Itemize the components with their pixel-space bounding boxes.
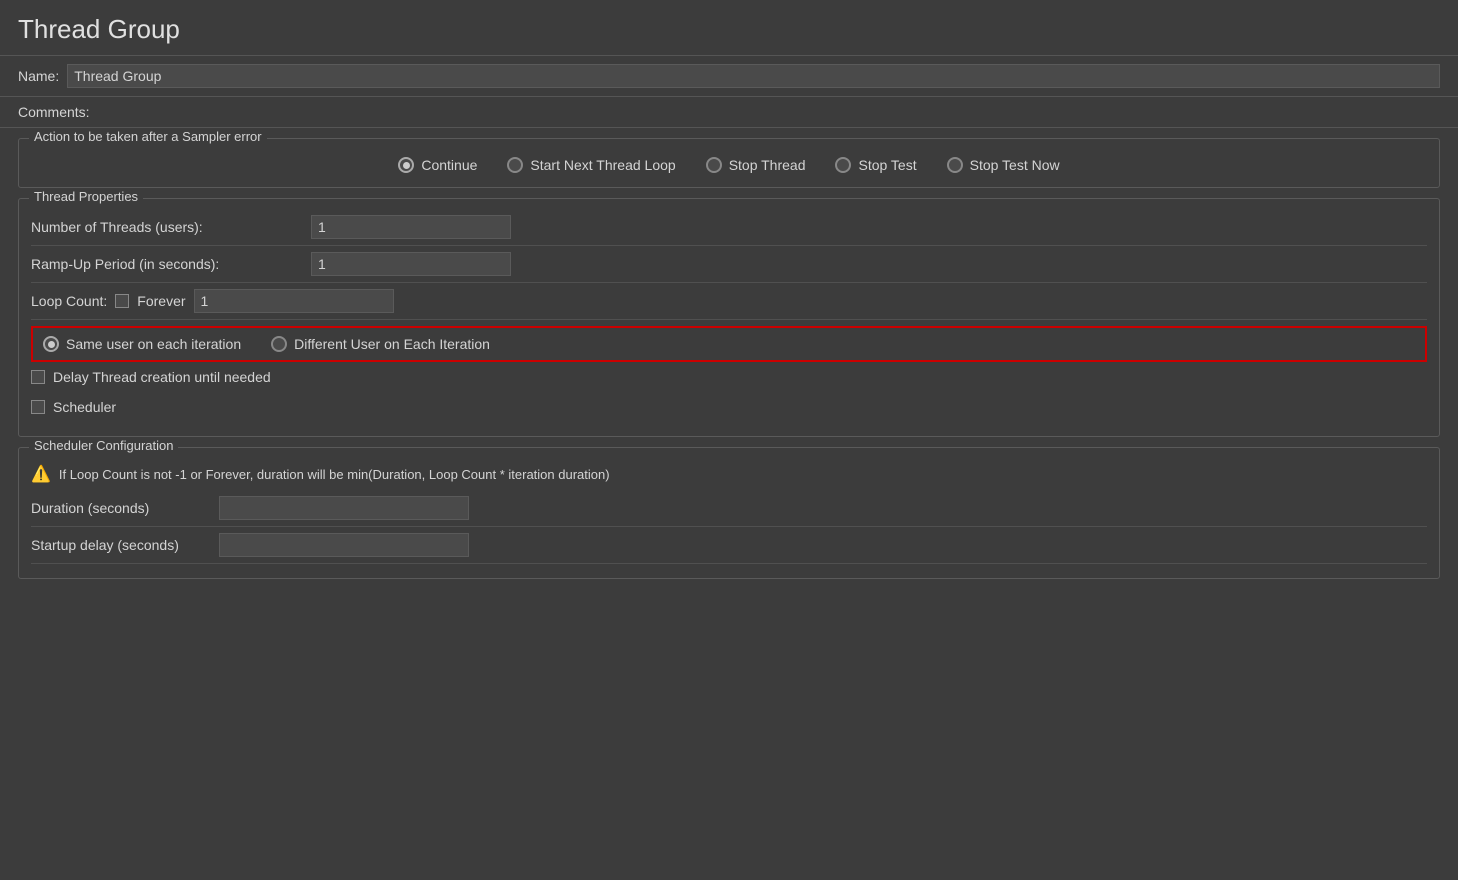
scheduler-config-legend: Scheduler Configuration <box>29 438 178 453</box>
action-stop-test[interactable]: Stop Test <box>835 157 916 173</box>
stop-thread-radio-circle <box>706 157 722 173</box>
stop-thread-label: Stop Thread <box>729 157 806 173</box>
scheduler-warning-text: If Loop Count is not -1 or Forever, dura… <box>59 467 610 482</box>
startup-delay-row: Startup delay (seconds) <box>31 527 1427 564</box>
loop-count-row: Loop Count: Forever <box>31 283 1427 320</box>
diff-user-radio-circle <box>271 336 287 352</box>
stop-test-now-radio-circle <box>947 157 963 173</box>
page-title: Thread Group <box>0 0 1458 55</box>
iteration-row: Same user on each iteration Different Us… <box>31 326 1427 362</box>
comments-label: Comments: <box>18 104 90 120</box>
num-threads-label: Number of Threads (users): <box>31 219 311 235</box>
diff-user-label: Different User on Each Iteration <box>294 336 490 352</box>
startup-delay-input[interactable] <box>219 533 469 557</box>
duration-input[interactable] <box>219 496 469 520</box>
name-row: Name: <box>0 56 1458 97</box>
ramp-up-input[interactable] <box>311 252 511 276</box>
start-next-label: Start Next Thread Loop <box>530 157 675 173</box>
same-user-radio-circle <box>43 336 59 352</box>
action-stop-thread[interactable]: Stop Thread <box>706 157 806 173</box>
delay-thread-checkbox[interactable] <box>31 370 45 384</box>
scheduler-checkbox[interactable] <box>31 400 45 414</box>
loop-count-input[interactable] <box>194 289 394 313</box>
diff-user-option[interactable]: Different User on Each Iteration <box>271 336 490 352</box>
action-stop-test-now[interactable]: Stop Test Now <box>947 157 1060 173</box>
ramp-up-row: Ramp-Up Period (in seconds): <box>31 246 1427 283</box>
scheduler-label: Scheduler <box>53 399 116 415</box>
name-label: Name: <box>18 68 59 84</box>
action-continue[interactable]: Continue <box>398 157 477 173</box>
thread-props-legend: Thread Properties <box>29 189 143 204</box>
stop-test-now-label: Stop Test Now <box>970 157 1060 173</box>
duration-label: Duration (seconds) <box>31 500 211 516</box>
continue-radio-circle <box>398 157 414 173</box>
same-user-option[interactable]: Same user on each iteration <box>43 336 241 352</box>
action-group-legend: Action to be taken after a Sampler error <box>29 129 267 144</box>
name-input[interactable] <box>67 64 1440 88</box>
forever-label: Forever <box>137 293 185 309</box>
thread-props-group: Thread Properties Number of Threads (use… <box>18 198 1440 437</box>
loop-count-label: Loop Count: <box>31 293 107 309</box>
action-group-box: Action to be taken after a Sampler error… <box>18 138 1440 188</box>
scheduler-config-group: Scheduler Configuration ⚠️ If Loop Count… <box>18 447 1440 579</box>
same-user-label: Same user on each iteration <box>66 336 241 352</box>
delay-thread-label: Delay Thread creation until needed <box>53 369 271 385</box>
duration-row: Duration (seconds) <box>31 490 1427 527</box>
stop-test-radio-circle <box>835 157 851 173</box>
num-threads-input[interactable] <box>311 215 511 239</box>
stop-test-label: Stop Test <box>858 157 916 173</box>
num-threads-row: Number of Threads (users): <box>31 209 1427 246</box>
delay-thread-row: Delay Thread creation until needed <box>31 362 1427 392</box>
startup-delay-label: Startup delay (seconds) <box>31 537 211 553</box>
action-radio-row: Continue Start Next Thread Loop Stop Thr… <box>31 149 1427 173</box>
scheduler-warning-row: ⚠️ If Loop Count is not -1 or Forever, d… <box>31 458 1427 490</box>
warning-icon: ⚠️ <box>31 464 51 484</box>
ramp-up-label: Ramp-Up Period (in seconds): <box>31 256 311 272</box>
scheduler-row: Scheduler <box>31 392 1427 422</box>
forever-checkbox[interactable] <box>115 294 129 308</box>
action-start-next[interactable]: Start Next Thread Loop <box>507 157 675 173</box>
comments-row: Comments: <box>0 97 1458 128</box>
start-next-radio-circle <box>507 157 523 173</box>
continue-label: Continue <box>421 157 477 173</box>
